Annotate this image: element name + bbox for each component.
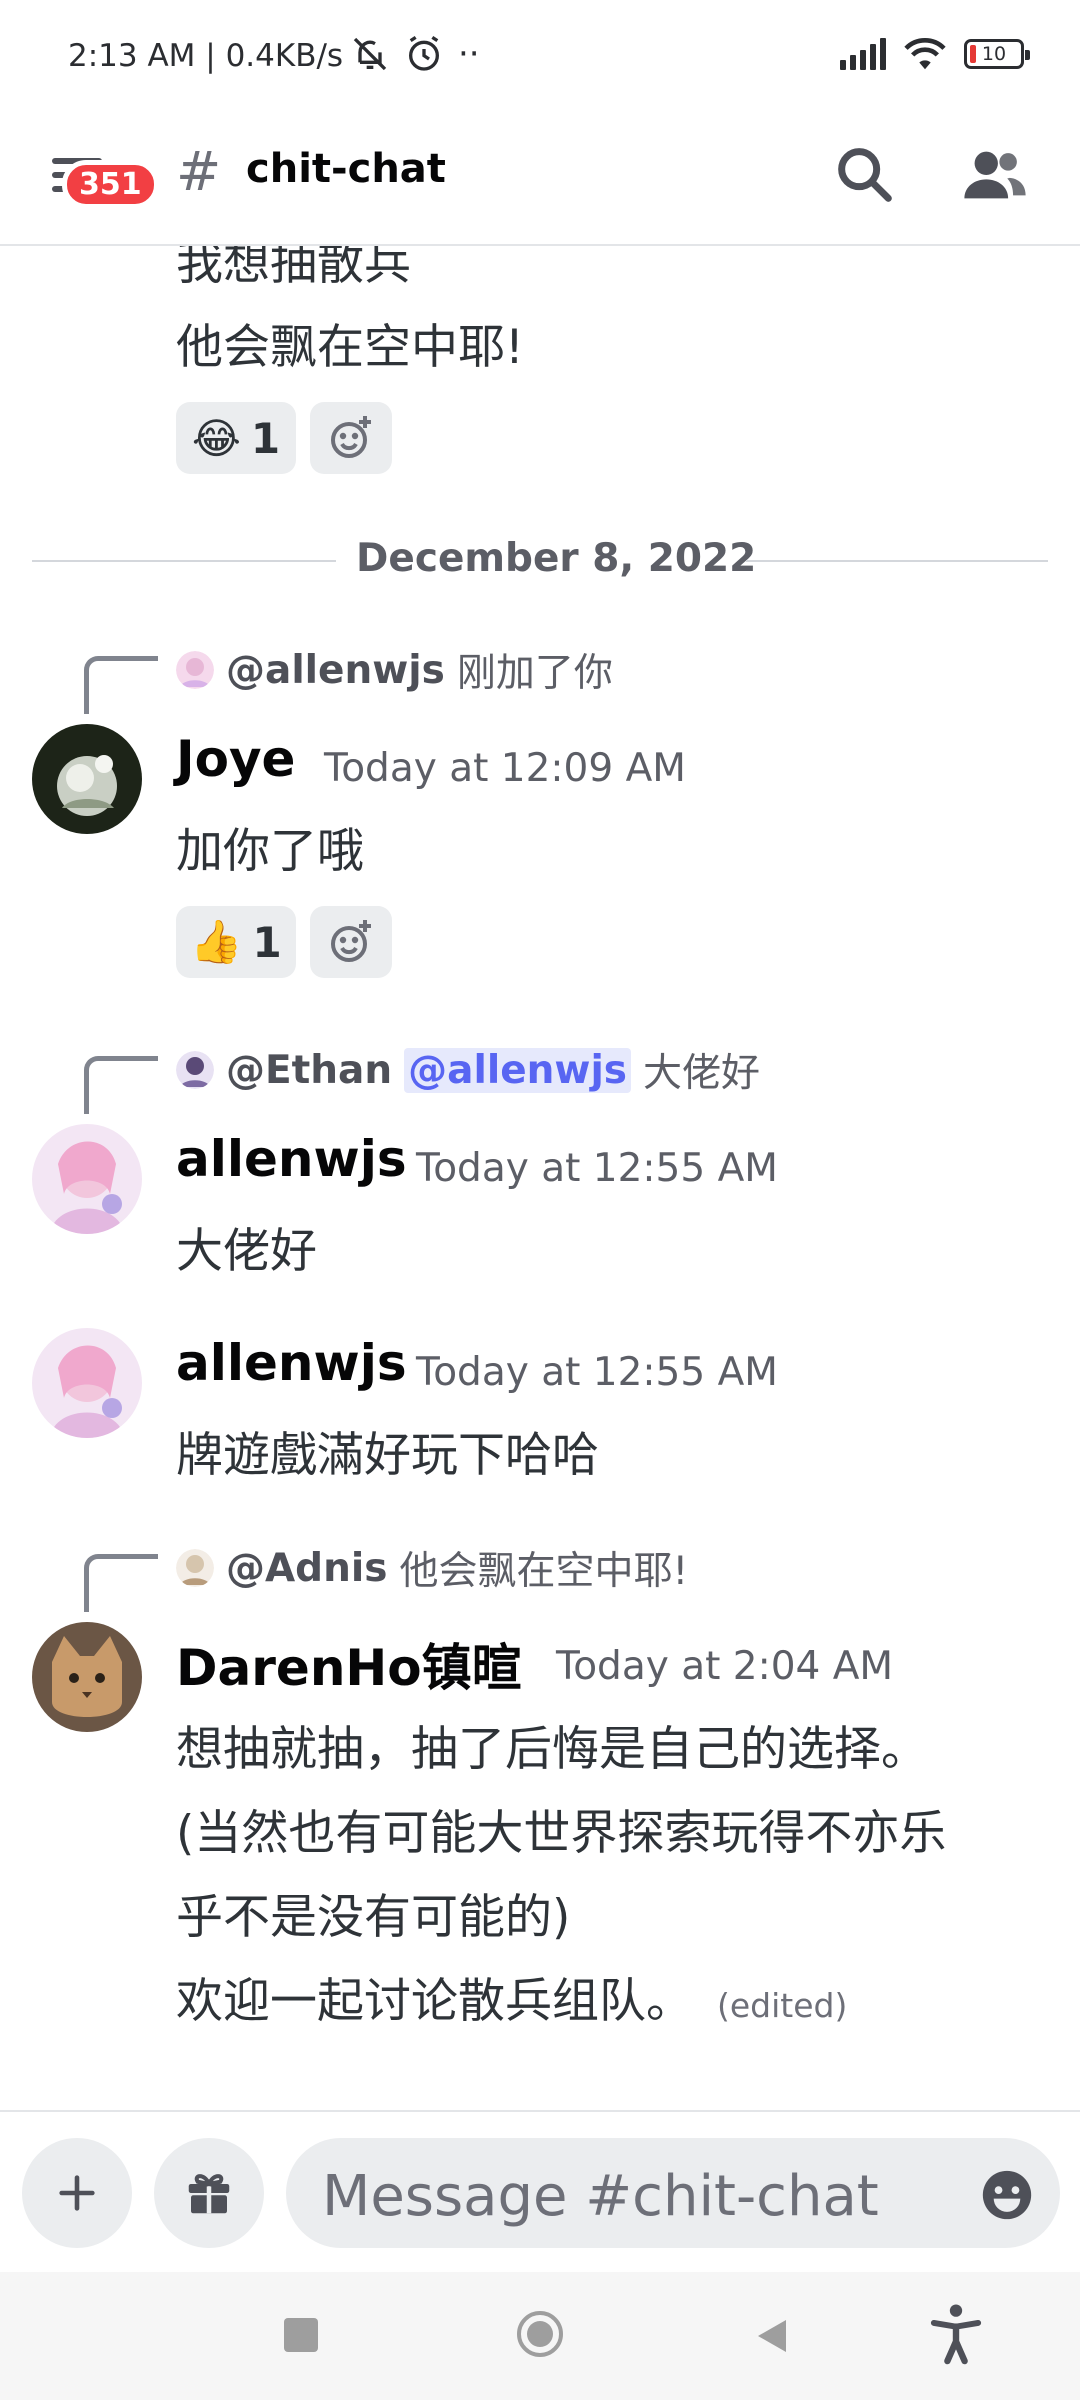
avatar[interactable]: [32, 1124, 142, 1234]
gift-icon: [188, 2174, 230, 2214]
message-text-last: 欢迎一起讨论散兵组队。 (edited): [176, 1962, 847, 2031]
recents-button[interactable]: [284, 2318, 318, 2352]
reply-avatar: [176, 651, 214, 689]
hash-icon: #: [176, 140, 222, 203]
timestamp: Today at 12:55 AM: [416, 1350, 778, 1395]
alarm-icon: [409, 35, 439, 71]
wifi-icon: [904, 38, 946, 70]
status-notification-icons: ··: [350, 34, 480, 74]
battery-icon: 10: [964, 39, 1030, 69]
notification-badge: 351: [62, 160, 159, 209]
members-icon[interactable]: [960, 140, 1030, 210]
back-button[interactable]: [752, 2316, 792, 2356]
message-text: 我想抽散兵: [176, 246, 411, 291]
home-button[interactable]: [516, 2310, 564, 2358]
reply-avatar: [176, 1051, 214, 1089]
search-icon[interactable]: [830, 140, 900, 210]
message-text: 想抽就抽，抽了后悔是自己的选择。: [176, 1722, 928, 1777]
message-text: 牌遊戲滿好玩下哈哈: [176, 1428, 599, 1483]
reply-avatar: [176, 1549, 214, 1587]
timestamp: Today at 2:04 AM: [556, 1644, 894, 1689]
accessibility-button[interactable]: [926, 2302, 986, 2366]
reaction-thumbs-up[interactable]: 👍 1: [176, 906, 296, 978]
message-input[interactable]: Message #chit-chat: [286, 2138, 1060, 2248]
edited-label: (edited): [717, 1986, 848, 2025]
reply-text: 他会飘在空中耶!: [399, 1549, 689, 1594]
message-text: 大佬好: [176, 1224, 317, 1279]
reply-author: @allenwjs: [226, 647, 445, 693]
avatar[interactable]: [32, 1622, 142, 1732]
date-divider: December 8, 2022: [356, 536, 757, 581]
message-text: (当然也有可能大世界探索玩得不亦乐: [176, 1806, 947, 1861]
reply-connector: [84, 1056, 158, 1114]
author-name[interactable]: Joye: [176, 730, 295, 788]
reply-mention[interactable]: @allenwjs: [404, 1047, 632, 1093]
add-reaction-icon: [331, 920, 371, 962]
message-list[interactable]: 我想抽散兵 他会飘在空中耶! 😂 1 December 8, 2022 @all…: [0, 246, 1080, 2108]
back-triangle-icon: [758, 2320, 786, 2352]
status-time: 2:13 AM | 0.4KB/s: [68, 38, 344, 74]
author-name[interactable]: DarenHo镇暄: [176, 1628, 522, 1700]
reaction-laugh[interactable]: 😂 1: [176, 402, 296, 474]
timestamp: Today at 12:09 AM: [324, 746, 686, 791]
message-text: 加你了哦: [176, 824, 364, 879]
add-reaction-button[interactable]: [310, 402, 392, 474]
message-text: 乎不是没有可能的): [176, 1890, 571, 1945]
add-attachment-button[interactable]: [22, 2138, 132, 2248]
reply-text: 刚加了你: [456, 651, 613, 696]
channel-title[interactable]: chit-chat: [246, 146, 446, 192]
channel-header: 351 # chit-chat: [0, 120, 1080, 246]
message-text: 他会飘在空中耶!: [176, 320, 524, 375]
status-right: 10: [840, 34, 1030, 74]
date-divider-line: [32, 560, 336, 562]
message-composer: Message #chit-chat: [0, 2110, 1080, 2274]
bell-off-icon: [353, 37, 387, 71]
avatar[interactable]: [32, 724, 142, 834]
message-placeholder: Message #chit-chat: [322, 2164, 879, 2229]
laugh-emoji: 😂: [191, 413, 241, 463]
more-status-icon: ··: [458, 34, 480, 74]
emoji-icon: [982, 2170, 1032, 2220]
reply-connector: [84, 656, 158, 714]
reaction-row: 😂 1: [176, 402, 392, 474]
author-name[interactable]: allenwjs: [176, 1334, 407, 1392]
reply-preview[interactable]: @allenwjs 刚加了你: [176, 642, 613, 698]
add-reaction-button[interactable]: [310, 906, 392, 978]
battery-level: 10: [981, 43, 1007, 65]
reply-preview[interactable]: @Adnis 他会飘在空中耶!: [176, 1540, 688, 1596]
accessibility-icon: [930, 2304, 982, 2365]
reaction-count: 1: [252, 917, 282, 967]
status-bar: 2:13 AM | 0.4KB/s ·· 10: [0, 0, 1080, 120]
reply-connector: [84, 1554, 158, 1612]
reply-author: @Adnis: [226, 1545, 388, 1591]
reply-author: @Ethan: [226, 1047, 393, 1093]
signal-icon: [840, 38, 886, 70]
reply-text: 大佬好: [643, 1051, 761, 1096]
system-nav-bar: [0, 2272, 1080, 2400]
home-circle-icon: [517, 2311, 563, 2357]
author-name[interactable]: allenwjs: [176, 1130, 407, 1188]
gift-button[interactable]: [154, 2138, 264, 2248]
reply-preview[interactable]: @Ethan @allenwjs 大佬好: [176, 1042, 760, 1098]
timestamp: Today at 12:55 AM: [416, 1146, 778, 1191]
thumbs-up-emoji: 👍: [190, 917, 243, 966]
date-divider-line: [746, 560, 1048, 562]
avatar[interactable]: [32, 1328, 142, 1438]
reaction-count: 1: [250, 413, 281, 463]
reaction-row: 👍 1: [176, 906, 392, 978]
emoji-button[interactable]: [978, 2166, 1036, 2224]
plus-icon: [59, 2175, 95, 2211]
message-text: 欢迎一起讨论散兵组队。: [176, 1974, 693, 2029]
add-reaction-icon: [331, 416, 371, 458]
